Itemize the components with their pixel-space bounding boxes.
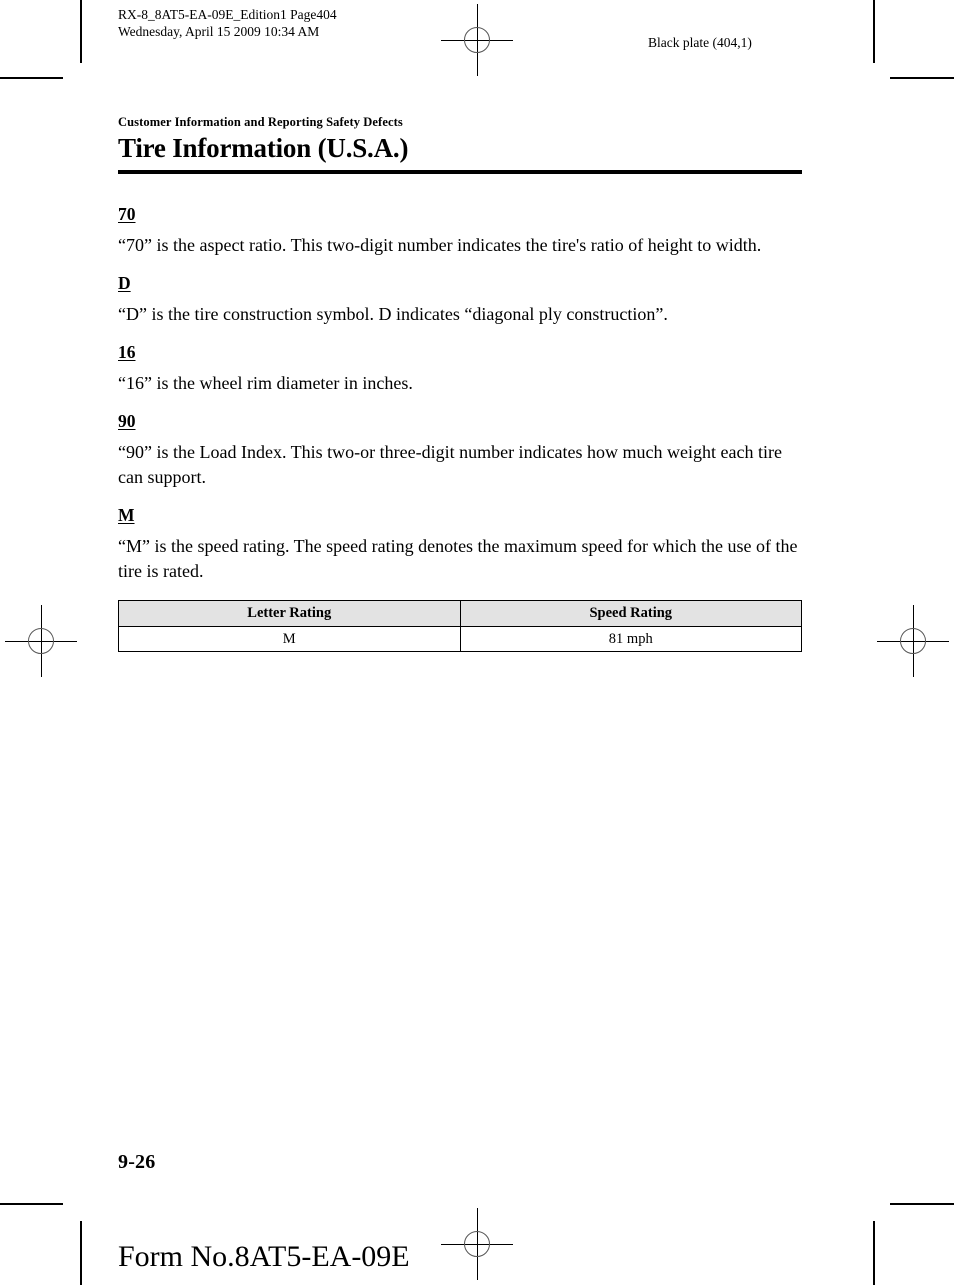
page-title: Tire Information (U.S.A.) — [118, 133, 409, 163]
page-number: 9-26 — [118, 1151, 156, 1173]
crop-mark-top-left-horizontal — [0, 77, 63, 79]
term-heading-90: 90 — [118, 411, 136, 431]
term-heading-16: 16 — [118, 342, 136, 362]
table-row: M 81 mph — [118, 626, 802, 652]
cell-speed-rating: 81 mph — [459, 626, 802, 652]
crop-mark-bottom-right-horizontal — [890, 1203, 954, 1205]
term-description-d: “D” is the tire construction symbol. D i… — [118, 304, 668, 324]
print-header-file-line: RX-8_8AT5-EA-09E_Edition1 Page404 — [118, 7, 337, 22]
crop-mark-top-left-vertical — [80, 0, 82, 63]
crop-mark-top-right-vertical — [873, 0, 875, 63]
term-heading-d: D — [118, 273, 131, 293]
term-description-m: “M” is the speed rating. The speed ratin… — [118, 536, 798, 581]
term-description-70: “70” is the aspect ratio. This two-digit… — [118, 235, 762, 255]
crop-mark-top-right-horizontal — [890, 77, 954, 79]
crop-mark-bottom-left-horizontal — [0, 1203, 63, 1205]
section-label: Customer Information and Reporting Safet… — [118, 115, 403, 129]
black-plate-info: Black plate (404,1) — [648, 35, 752, 50]
crop-mark-bottom-right-vertical — [873, 1221, 875, 1285]
column-header-letter-rating: Letter Rating — [118, 600, 461, 627]
term-description-90: “90” is the Load Index. This two-or thre… — [118, 442, 782, 487]
title-rule — [118, 170, 802, 174]
speed-rating-table: Letter Rating Speed Rating M 81 mph — [118, 600, 802, 652]
table-header-row: Letter Rating Speed Rating — [118, 600, 802, 627]
print-header-date-line: Wednesday, April 15 2009 10:34 AM — [118, 24, 320, 39]
form-number: Form No.8AT5-EA-09E — [118, 1240, 410, 1273]
definitions-list: 70 “70” is the aspect ratio. This two-di… — [118, 205, 802, 652]
term-heading-m: M — [118, 505, 135, 525]
print-header: RX-8_8AT5-EA-09E_Edition1 Page404 Wednes… — [118, 6, 337, 40]
page-content: Customer Information and Reporting Safet… — [118, 115, 802, 652]
crop-mark-bottom-left-vertical — [80, 1221, 82, 1285]
column-header-speed-rating: Speed Rating — [459, 600, 802, 627]
cell-letter-rating: M — [118, 626, 461, 652]
term-description-16: “16” is the wheel rim diameter in inches… — [118, 373, 413, 393]
term-heading-70: 70 — [118, 204, 136, 224]
